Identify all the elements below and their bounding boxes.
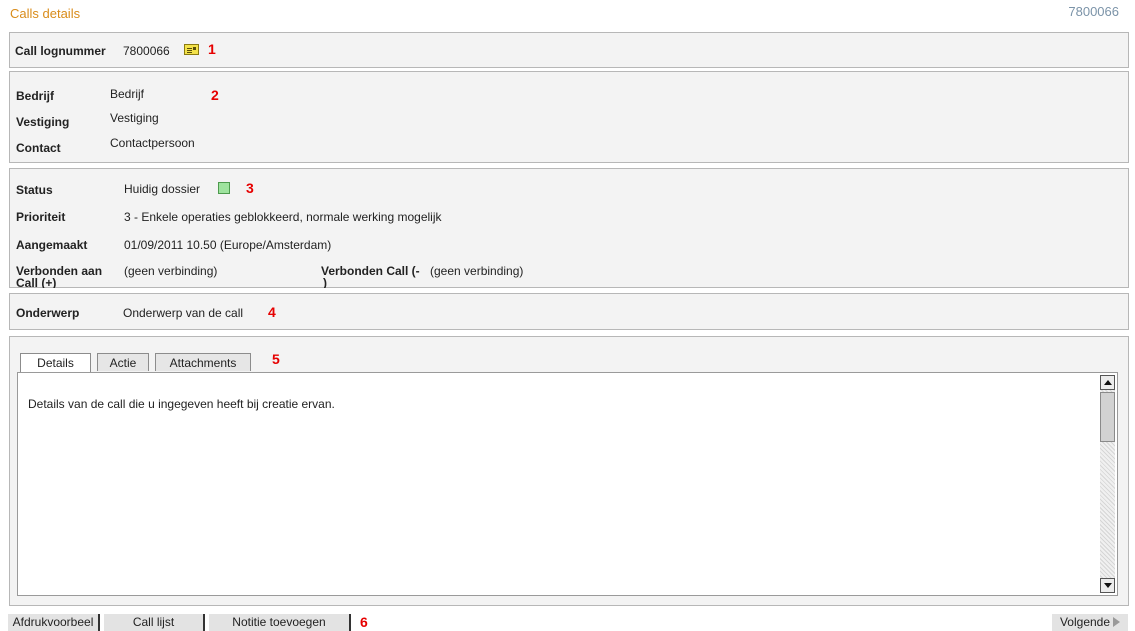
marker-4: 4	[268, 304, 276, 320]
marker-2: 2	[211, 87, 219, 103]
priority-label: Prioriteit	[16, 210, 66, 224]
details-content-area[interactable]: Details van de call die u ingegeven heef…	[17, 372, 1118, 596]
breadcrumb[interactable]: Calls details	[10, 6, 80, 21]
subject-panel: Onderwerp Onderwerp van de call 4	[9, 293, 1129, 330]
marker-6: 6	[360, 614, 368, 630]
next-arrow-icon	[1113, 617, 1121, 627]
tab-attachments[interactable]: Attachments	[155, 353, 251, 371]
call-list-button[interactable]: Call lijst	[104, 614, 205, 631]
subject-value: Onderwerp van de call	[123, 306, 244, 320]
envelope-icon[interactable]	[184, 44, 199, 55]
page-heading-cut	[10, 0, 80, 2]
contact-label: Contact	[16, 141, 61, 155]
linked-minus-label-line2: )	[323, 277, 327, 288]
marker-5: 5	[272, 351, 280, 367]
vertical-scrollbar[interactable]	[1100, 375, 1115, 593]
marker-3: 3	[246, 180, 254, 196]
company-label: Bedrijf	[16, 89, 55, 103]
print-preview-button[interactable]: Afdrukvoorbeel	[8, 614, 100, 631]
linked-minus-label-line1: Verbonden Call (-	[321, 264, 420, 278]
scroll-up-icon[interactable]	[1100, 375, 1115, 390]
linked-plus-label-line1: Verbonden aan	[16, 264, 103, 278]
linked-minus-value: (geen verbinding)	[430, 264, 524, 278]
tab-actie[interactable]: Actie	[97, 353, 149, 371]
company-value: Bedrijf	[110, 87, 145, 101]
company-panel: Bedrijf Bedrijf 2 Vestiging Vestiging Co…	[9, 71, 1129, 163]
branch-value: Vestiging	[110, 111, 159, 125]
header-call-number: 7800066	[1068, 4, 1119, 19]
details-panel: Details Actie Attachments 5 Details van …	[9, 336, 1129, 606]
details-text: Details van de call die u ingegeven heef…	[28, 397, 335, 411]
lognummer-value: 7800066	[123, 44, 170, 58]
status-value: Huidig dossier	[124, 182, 201, 196]
linked-plus-value: (geen verbinding)	[124, 264, 218, 278]
priority-value: 3 - Enkele operaties geblokkeerd, normal…	[124, 210, 442, 224]
status-panel: Status Huidig dossier 3 Prioriteit 3 - E…	[9, 168, 1129, 288]
lognummer-label: Call lognummer	[15, 44, 106, 58]
linked-plus-label-line2: Call (+)	[16, 277, 57, 288]
status-indicator-icon	[218, 182, 230, 194]
status-label: Status	[16, 183, 53, 197]
created-label: Aangemaakt	[16, 238, 88, 252]
scroll-thumb[interactable]	[1100, 392, 1115, 442]
contact-value: Contactpersoon	[110, 136, 195, 150]
tab-details[interactable]: Details	[20, 353, 91, 372]
next-label: Volgende	[1059, 615, 1111, 629]
next-button[interactable]: Volgende	[1052, 614, 1128, 631]
branch-label: Vestiging	[16, 115, 70, 129]
created-value: 01/09/2011 10.50 (Europe/Amsterdam)	[124, 238, 332, 252]
marker-1: 1	[208, 41, 216, 57]
scroll-down-icon[interactable]	[1100, 578, 1115, 593]
lognummer-panel: Call lognummer 7800066 1	[9, 32, 1129, 68]
add-note-button[interactable]: Notitie toevoegen	[209, 614, 351, 631]
subject-label: Onderwerp	[16, 306, 80, 320]
